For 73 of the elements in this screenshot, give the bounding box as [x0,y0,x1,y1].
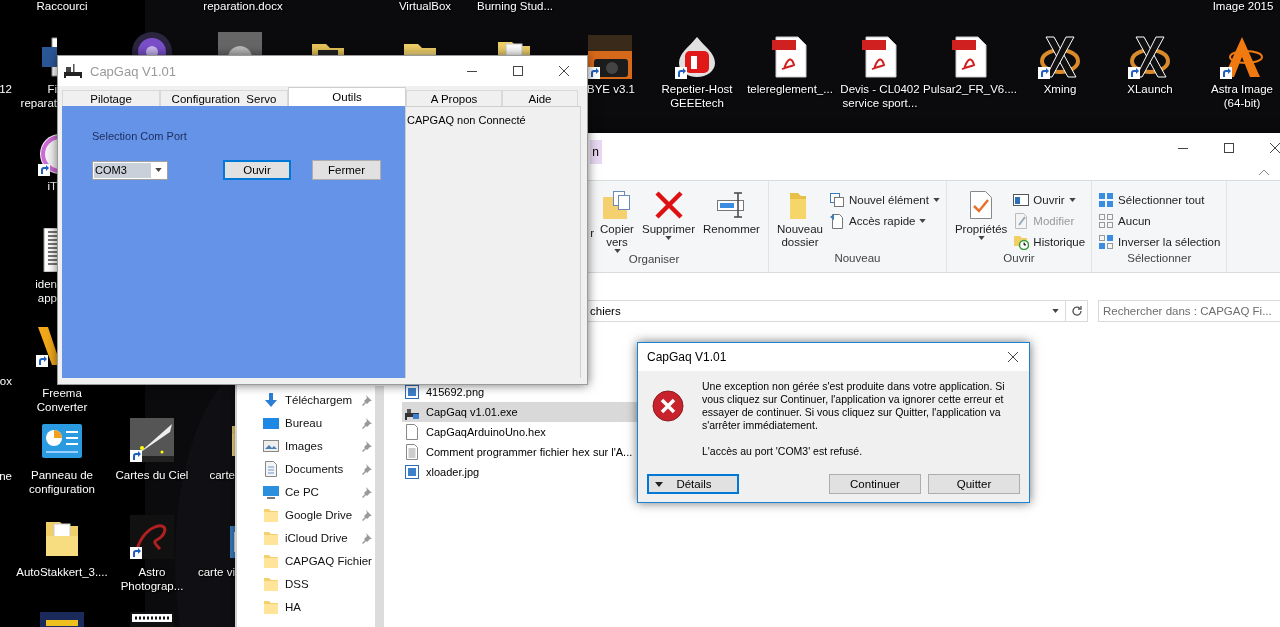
icon-label: ox [0,374,12,388]
nav-item[interactable]: Téléchargem [237,388,375,411]
nav-item[interactable]: Ce PC [237,480,375,503]
tab[interactable]: Outils [288,87,406,106]
tab[interactable]: A Propos [406,90,502,106]
address-field[interactable]: chiers [587,305,1052,317]
nav-item[interactable]: CAPGAQ Fichier [237,549,375,572]
icon-label: Image 2015 [1212,0,1274,13]
port-dropdown[interactable]: COM3 [92,160,168,180]
ribbon-button[interactable]: Propriétés [952,189,1010,252]
details-button[interactable]: Détails [647,474,739,494]
icon-label: Pulsar2_FR_V6.... [923,82,1017,96]
tab[interactable]: Configuration Servo [160,90,288,106]
icon-label: Fi reparat [20,82,57,110]
group-label: Organiser [627,253,681,267]
icon-label: Freema Converter [36,386,88,414]
icon-label: iT [47,179,57,193]
tab[interactable]: Pilotage [62,90,160,106]
nav-item[interactable]: Documents [237,457,375,480]
window-title: CapGaq V1.01 [90,63,176,79]
ribbon-button[interactable]: Sélectionner tout [1098,189,1221,210]
tab[interactable]: Aide [502,90,578,106]
icon-label: Burning Stud... [476,0,554,13]
ribbon-button[interactable]: Accès rapide [829,210,940,231]
icon-label: ne [0,469,12,483]
ribbon-tab[interactable]: n [590,140,602,164]
icon-label: XLaunch [1127,82,1173,96]
icon-label: VirtualBox [398,0,452,13]
ribbon-button[interactable]: Aucun [1098,210,1221,231]
nav-item[interactable]: Google Drive [237,503,375,526]
group-label: Sélectionner [1126,252,1193,266]
icon-label: telereglement_... [747,82,833,96]
group-label: Nouveau [833,252,882,266]
icon-label: Astro Photograp... [120,565,184,593]
ribbon-button[interactable]: Nouveau dossier [774,189,825,252]
icon-label: BYE v3.1 [587,82,635,96]
icon-label: Raccourci [36,0,88,13]
group-label: Ouvrir [1002,252,1036,266]
ribbon-button[interactable]: Historique [1013,231,1086,252]
icon-label: reparation.docx [203,0,283,13]
address-bar[interactable]: chiers [586,300,1066,322]
nav-item[interactable]: iCloud Drive [237,526,375,549]
ribbon-button[interactable]: Renommer [701,189,762,253]
icon-label: 12 [0,82,12,96]
nav-item[interactable]: DSS [237,572,375,595]
nav-item[interactable]: Images [237,434,375,457]
ribbon-button[interactable]: Ouvrir [1013,189,1086,210]
close-port-button[interactable]: Fermer [312,160,381,180]
search-field[interactable]: Rechercher dans : CAPGAQ Fi... [1098,300,1280,322]
icon-label: iden app [35,277,57,305]
icon-label: Cartes du Ciel [115,468,189,482]
ribbon-button[interactable]: Copier vers [598,189,636,253]
icon-label: Astra Image (64-bit) [1211,82,1273,110]
icon-label: AutoStakkert_3.... [16,565,108,579]
icon-label: Repetier-Host GEEEtech [661,82,733,110]
port-label: Selection Com Port [92,130,187,142]
icon-label: Devis - CL0402 service sport... [840,82,920,110]
ribbon-button[interactable]: Supprimer [640,189,698,253]
dialog-button[interactable]: Continuer [829,474,921,494]
nav-item[interactable]: HA [237,595,375,618]
error-detail: L'accès au port 'COM3' est refusé. [702,445,864,458]
status-text: CAPGAQ non Connecté [407,114,526,126]
icon-label: Xming [1043,82,1077,96]
nav-item[interactable]: Bureau [237,411,375,434]
ribbon-button[interactable]: Inverser la sélection [1098,231,1221,252]
icon-label: carte vi [197,565,235,579]
error-message: Une exception non gérée s'est produite dans votre application. Si vous cliquez sur Continuer, l'application va ignorer cette erreur et essayer de continuer. Si vous cliquez sur Quitter, l'application va s'arrêter immédiatement. [702,380,1006,432]
icon-label: Panneau de configuration [29,468,95,496]
open-button[interactable]: Ouvir [223,160,291,180]
dialog-title: CapGaq V1.01 [647,350,727,364]
icon-label: carte [209,468,235,482]
ribbon-button[interactable]: Nouvel élément [829,189,940,210]
dialog-button[interactable]: Quitter [928,474,1020,494]
